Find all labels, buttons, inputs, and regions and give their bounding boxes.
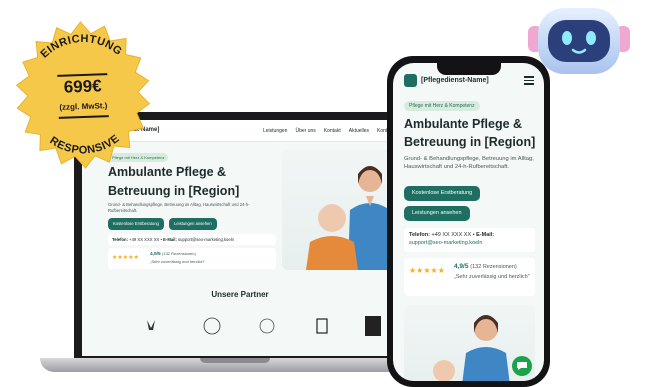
laptop-phone[interactable]: +49 XX XXX XX [129, 237, 159, 242]
nav-item-kontakt[interactable]: Kontakt [324, 128, 341, 134]
phone-rating-score: 4,9/5 (132 Rezensionen) [454, 263, 517, 270]
laptop-review-count: (132 Rezensionen) [162, 251, 196, 256]
phone-headline: Ambulante Pflege & Betreuung in [Region] [404, 117, 536, 149]
phone-star-rating: ★★★★★ [409, 266, 445, 275]
phone-brand[interactable]: [Pflegedienst-Name] [421, 77, 489, 84]
laptop-services-button[interactable]: Leistungen ansehen [169, 218, 217, 230]
partner-logo-3 [259, 318, 275, 334]
laptop-base-notch [200, 358, 270, 363]
laptop-rating-box: ★★★★★ 4,9/5 (132 Rezensionen) „Sehr zuve… [108, 248, 276, 269]
laptop-hero-photo [282, 150, 398, 270]
chat-bubble-button[interactable] [512, 356, 532, 376]
laptop-menu: Leistungen Über uns Kontakt Aktuelles Ko… [263, 128, 394, 134]
laptop-description: Grund- & Behandlungspflege, Betreuung im… [108, 202, 250, 213]
partner-logo-4 [316, 318, 328, 334]
nav-item-aktuelles[interactable]: Aktuelles [349, 128, 369, 134]
laptop-rating-quote: „Sehr zuverlässig und herzlich" [150, 259, 205, 264]
phone-email-label: E-Mail: [476, 232, 495, 238]
phone-consultation-button[interactable]: Kostenlose Erstberatung [404, 186, 481, 201]
laptop-rating-score: 4,9/5 (132 Rezensionen) [150, 251, 196, 257]
partner-logos [137, 316, 397, 340]
phone-contact-box: Telefon: +49 XX XXX XX • E-Mail: support… [404, 228, 535, 252]
laptop-consultation-button[interactable]: Kostenlose Erstberatung [108, 218, 164, 230]
phone-rating-quote: „Sehr zuverlässig und herzlich" [454, 274, 530, 280]
nav-item-ueber-uns[interactable]: Über uns [295, 128, 315, 134]
nav-item-leistungen[interactable]: Leistungen [263, 128, 287, 134]
robot-mascot-icon [524, 0, 634, 84]
phone-review-count: (132 Rezensionen) [470, 264, 517, 270]
phone-description: Grund- & Behandlungspflege, Betreuung im… [404, 156, 534, 170]
partner-logo-1 [147, 320, 155, 330]
phone-logo-icon[interactable] [404, 74, 417, 87]
chat-icon [517, 362, 527, 370]
partner-logo-2 [203, 317, 221, 335]
partners-title: Unsere Partner [211, 290, 269, 299]
laptop-contact-box: Telefon: +49 XX XXX XX • E-Mail: support… [108, 234, 276, 245]
phone-services-button[interactable]: Leistungen ansehen [404, 206, 470, 221]
laptop-email[interactable]: support@seo-marketing.koeln [178, 237, 234, 242]
laptop-email-label: E-Mail: [163, 237, 177, 242]
phone-phone[interactable]: +49 XX XXX XX [432, 232, 472, 238]
laptop-phone-label: Telefon: [112, 237, 128, 242]
phone-screen: [Pflegedienst-Name] Pflege mit Herz & Ko… [393, 63, 544, 381]
phone-phone-label: Telefon: [409, 232, 430, 238]
partner-logo-5 [365, 316, 381, 336]
phone-email[interactable]: support@seo-marketing.koeln [409, 240, 482, 246]
phone-tagline-pill: Pflege mit Herz & Kompetenz [404, 101, 480, 111]
phone-rating-box: ★★★★★ 4,9/5 (132 Rezensionen) „Sehr zuve… [404, 258, 535, 296]
phone-notch [437, 63, 501, 75]
mockup-stage: [...ienst-Name] Leistungen Über uns Kont… [0, 0, 654, 387]
price-badge: EINRICHTUNG RESPONSIVE 699€ (zzgl. MwSt.… [5, 17, 160, 172]
laptop-star-rating: ★★★★★ [112, 255, 139, 261]
laptop-headline: Ambulante Pflege & Betreuung in [Region] [108, 165, 240, 198]
